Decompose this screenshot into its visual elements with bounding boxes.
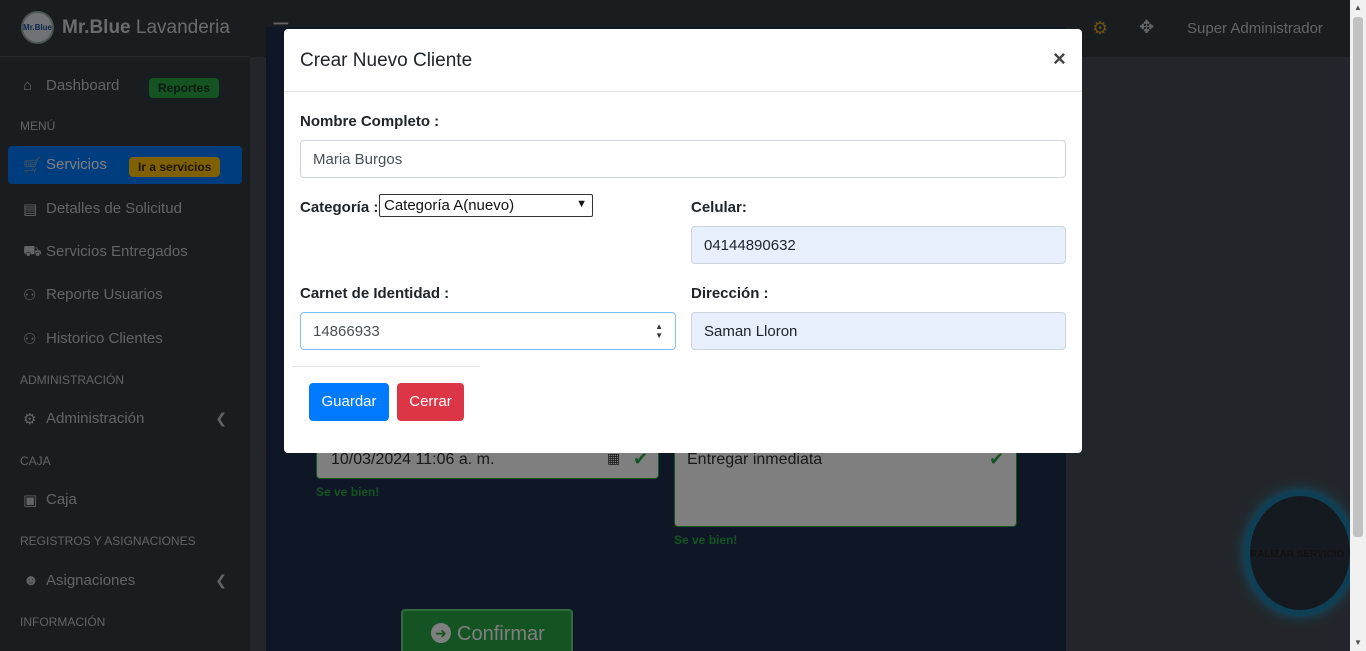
- scroll-thumb[interactable]: [1353, 17, 1363, 537]
- direccion-input[interactable]: Saman Lloron: [691, 312, 1066, 350]
- guardar-button[interactable]: Guardar: [309, 383, 389, 421]
- page-scrollbar[interactable]: ▲ ▼: [1350, 0, 1366, 651]
- chevron-down-icon: ▼: [576, 198, 587, 210]
- footer-divider: [292, 366, 480, 367]
- carnet-label: Carnet de Identidad :: [300, 285, 450, 302]
- modal-header: Crear Nuevo Cliente ×: [284, 29, 1082, 92]
- modal-title: Crear Nuevo Cliente: [300, 50, 473, 71]
- nombre-input[interactable]: Maria Burgos: [300, 140, 1066, 178]
- close-icon[interactable]: ×: [1053, 46, 1066, 72]
- categoria-label: Categoría :: [300, 199, 379, 216]
- cerrar-button[interactable]: Cerrar: [397, 383, 464, 421]
- create-client-modal: Crear Nuevo Cliente × Nombre Completo : …: [284, 29, 1082, 453]
- categoria-selected-value: Categoría A(nuevo): [384, 197, 515, 214]
- celular-input[interactable]: 04144890632: [691, 226, 1066, 264]
- scroll-up-icon[interactable]: ▲: [1354, 3, 1362, 12]
- categoria-select[interactable]: Categoría A(nuevo) ▼: [379, 194, 593, 217]
- scroll-down-icon[interactable]: ▼: [1354, 638, 1362, 647]
- celular-label: Celular:: [691, 199, 747, 216]
- carnet-value: 14866933: [313, 323, 380, 340]
- direccion-label: Dirección :: [691, 285, 769, 302]
- number-spinner-icon[interactable]: ▲ ▼: [655, 322, 663, 340]
- nombre-label: Nombre Completo :: [300, 113, 440, 130]
- carnet-input[interactable]: 14866933 ▲ ▼: [300, 312, 676, 350]
